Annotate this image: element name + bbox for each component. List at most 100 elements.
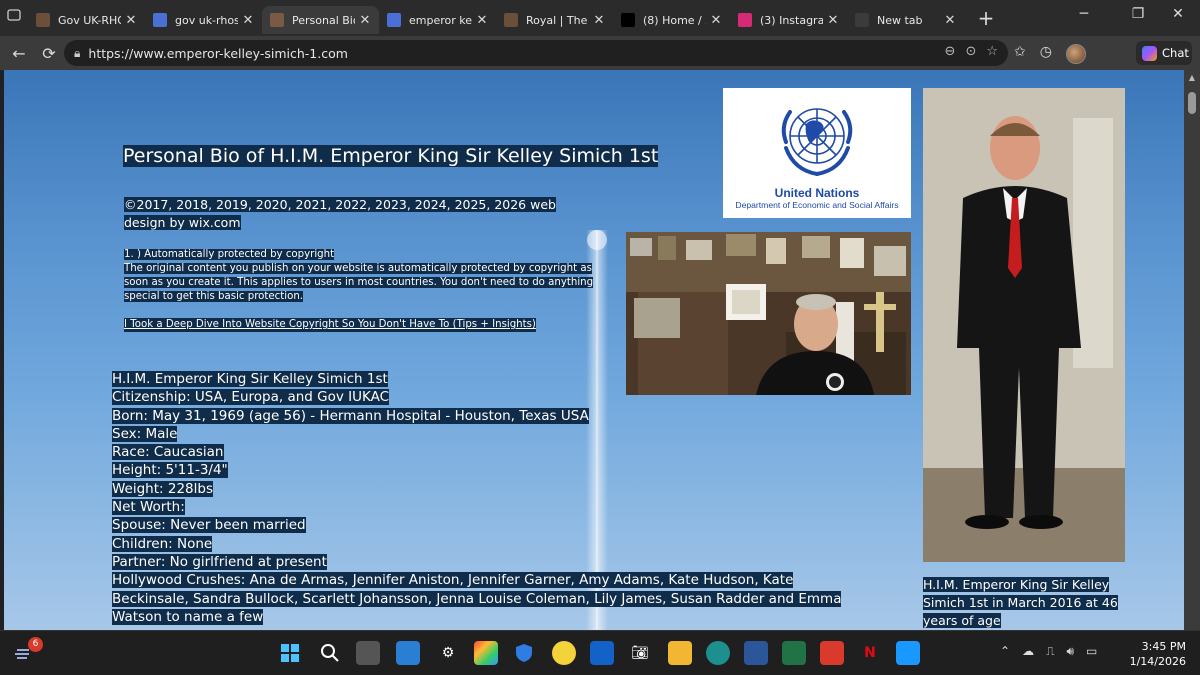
tab-title: Royal | The Roy [526, 13, 589, 27]
tab-title: (3) Instagram [760, 13, 823, 27]
windows-taskbar: 6 ⚙ 📷︎ N ⌃ ☁ ⎍ 🔊︎ ▭ 3:45 PM 1/14/2026 [0, 630, 1200, 675]
tab-title: (8) Home / X [643, 13, 706, 27]
browser-tab[interactable]: Royal | The Roy ✕ [496, 6, 613, 34]
battery-icon[interactable]: ▭ [1086, 644, 1097, 659]
tab-close-icon[interactable]: ✕ [125, 13, 137, 28]
network-icon[interactable]: ⎍ [1046, 644, 1054, 659]
acrobat-icon[interactable] [820, 641, 844, 665]
zoom-icon[interactable]: ⊖ [945, 44, 956, 59]
tab-close-icon[interactable]: ✕ [242, 13, 254, 28]
clock[interactable]: 3:45 PM 1/14/2026 [1130, 639, 1186, 669]
tab-favicon-icon [621, 13, 635, 27]
m365-icon[interactable] [474, 641, 498, 665]
browser-tab[interactable]: (8) Home / X ✕ [613, 6, 730, 34]
browser-tab[interactable]: New tab ✕ [847, 6, 964, 34]
outlook-icon[interactable] [590, 641, 614, 665]
volume-icon[interactable]: 🔊︎ [1066, 644, 1074, 659]
close-window-icon[interactable]: ✕ [1158, 6, 1198, 22]
new-tab-button[interactable]: + [974, 6, 998, 30]
favorites-icon[interactable]: ✩ [1014, 44, 1026, 64]
tab-close-icon[interactable]: ✕ [476, 13, 488, 28]
tab-favicon-icon [738, 13, 752, 27]
un-logo-name: United Nations [774, 186, 860, 200]
system-tray: ⌃ ☁ ⎍ 🔊︎ ▭ [1000, 644, 1097, 659]
un-logo-image: United Nations Department of Economic an… [723, 88, 911, 218]
history-icon[interactable]: ◷ [1040, 44, 1052, 64]
page-scrollbar[interactable]: ▲ [1184, 70, 1200, 630]
bio-line: Born: May 31, 1969 (age 56) - Hermann Ho… [112, 407, 589, 424]
tab-title: Gov UK-RHOS C [58, 13, 121, 27]
bio-line: Sex: Male [112, 425, 178, 442]
profile-avatar[interactable] [1065, 44, 1086, 64]
minimize-icon[interactable]: ─ [1064, 6, 1104, 22]
edge-icon[interactable] [706, 641, 730, 665]
copyright-article-link[interactable]: I Took a Deep Dive Into Website Copyrigh… [124, 318, 536, 332]
word-icon[interactable] [744, 641, 768, 665]
copilot-chat-button[interactable]: Chat [1136, 41, 1192, 65]
light-beam-top [587, 230, 607, 250]
settings-gear-icon[interactable]: ⚙ [436, 641, 460, 665]
url-text: https://www.emperor-kelley-simich-1.com [88, 45, 348, 61]
address-bar[interactable]: 🔒︎ https://www.emperor-kelley-simich-1.c… [64, 40, 1008, 66]
bio-details: H.I.M. Emperor King Sir Kelley Simich 1s… [112, 370, 872, 626]
netflix-icon[interactable]: N [858, 641, 882, 665]
bio-line: Net Worth: [112, 499, 185, 516]
defender-shield-icon[interactable] [512, 641, 536, 665]
copilot-icon [1142, 45, 1157, 61]
page-viewport: Personal Bio of H.I.M. Emperor King Sir … [4, 70, 1184, 630]
camera-icon[interactable]: 📷︎ [628, 641, 652, 665]
copyright-protection-block: 1. ) Automatically protected by copyrigh… [124, 248, 614, 332]
bio-line: Race: Caucasian [112, 444, 224, 461]
tab-close-icon[interactable]: ✕ [359, 13, 371, 28]
scrollbar-thumb[interactable] [1188, 92, 1196, 114]
room-photo [626, 232, 911, 395]
browser-tab[interactable]: Gov UK-RHOS C ✕ [28, 6, 145, 34]
tab-favicon-icon [270, 13, 284, 27]
tab-close-icon[interactable]: ✕ [827, 13, 839, 28]
browser-tab[interactable]: emperor kelley ✕ [379, 6, 496, 34]
restore-icon[interactable]: ❐ [1118, 6, 1158, 22]
scroll-up-icon[interactable]: ▲ [1184, 70, 1200, 86]
bio-line: Height: 5'11-3/4" [112, 462, 228, 479]
portrait-photo [923, 88, 1125, 562]
lock-icon: 🔒︎ [74, 45, 81, 60]
weather-badge: 6 [28, 637, 43, 652]
tab-close-icon[interactable]: ✕ [593, 13, 605, 28]
copyright-text: ©2017, 2018, 2019, 2020, 2021, 2022, 202… [124, 197, 556, 230]
tab-favicon-icon [153, 13, 167, 27]
start-icon[interactable] [278, 641, 302, 665]
tab-close-icon[interactable]: ✕ [710, 13, 722, 28]
un-emblem-icon [781, 108, 853, 176]
tab-actions-icon[interactable] [0, 0, 28, 38]
browser-toolbar: ← ⟳ 🔒︎ https://www.emperor-kelley-simich… [0, 36, 1200, 70]
prime-video-icon[interactable] [896, 641, 920, 665]
tab-favicon-icon [855, 13, 869, 27]
search-icon[interactable] [318, 641, 342, 665]
tab-title: New tab [877, 13, 923, 27]
browser-tab[interactable]: Personal Bio | H ✕ [262, 6, 379, 34]
file-explorer-icon[interactable] [668, 641, 692, 665]
browser-tab[interactable]: (3) Instagram ✕ [730, 6, 847, 34]
tab-favicon-icon [504, 13, 518, 27]
cloud-icon[interactable]: ☁ [1022, 644, 1034, 659]
refresh-icon[interactable]: ⟳ [34, 44, 64, 63]
clock-date: 1/14/2026 [1129, 655, 1186, 668]
tab-close-icon[interactable]: ✕ [944, 13, 956, 28]
tray-overflow-icon[interactable]: ⌃ [1000, 644, 1010, 659]
publisher-icon[interactable] [782, 641, 806, 665]
tab-strip: Gov UK-RHOS C✕gov uk-rhos co✕Personal Bi… [0, 0, 1200, 36]
bio-line: Hollywood Crushes: Ana de Armas, Jennife… [112, 572, 842, 625]
protection-heading: 1. ) Automatically protected by copyrigh… [124, 249, 335, 260]
bio-line: Weight: 228lbs [112, 480, 213, 497]
read-aloud-icon[interactable]: ⊙ [965, 44, 976, 59]
portrait-caption: H.I.M. Emperor King Sir Kelley Simich 1s… [923, 577, 1118, 628]
favorite-star-icon[interactable]: ☆ [986, 44, 998, 59]
tab-favicon-icon [387, 13, 401, 27]
browser-tab[interactable]: gov uk-rhos co ✕ [145, 6, 262, 34]
back-icon[interactable]: ← [4, 44, 34, 63]
tab-favicon-icon [36, 13, 50, 27]
store-icon[interactable] [396, 641, 420, 665]
page-title: Personal Bio of H.I.M. Emperor King Sir … [123, 145, 659, 167]
task-view-icon[interactable] [356, 641, 380, 665]
norton-icon[interactable] [552, 641, 576, 665]
